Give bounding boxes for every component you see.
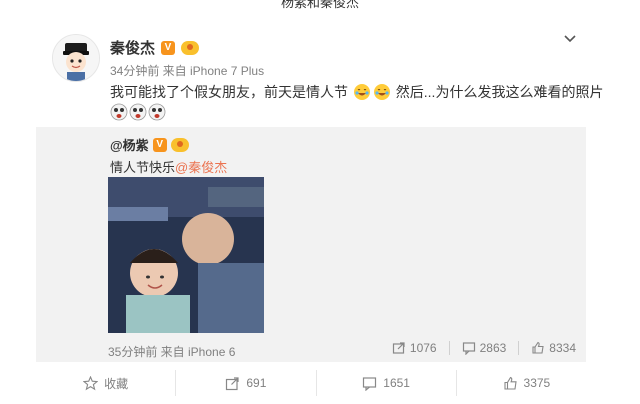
thumbs-up-icon: [532, 341, 544, 354]
repost-comment-button[interactable]: 2863: [462, 341, 507, 355]
crying-face-emoji-icon: [110, 103, 128, 121]
share-icon: [392, 342, 405, 354]
star-icon: [83, 375, 99, 390]
post-text-part2: 然后...为什么发我这么难看的照片: [395, 84, 604, 100]
share-icon: [226, 376, 239, 390]
repost-mention-link[interactable]: @秦俊杰: [175, 160, 227, 175]
verified-badge-icon: V: [161, 40, 176, 55]
post-meta: 34分钟前 来自 iPhone 7 Plus: [110, 64, 265, 78]
post-author-row: 秦俊杰 V: [110, 37, 200, 58]
divider: [448, 341, 450, 355]
verified-badge-icon: V: [152, 137, 167, 152]
vip-badge-icon: [170, 137, 189, 152]
repost-text-body: 情人节快乐: [110, 160, 176, 175]
repost-count: 691: [246, 376, 267, 390]
avatar-illustration: [53, 35, 99, 81]
author-name[interactable]: 秦俊杰: [110, 37, 155, 58]
crying-face-emoji-icon: [148, 103, 166, 121]
like-button[interactable]: 3375: [457, 376, 596, 391]
repost-forward-button[interactable]: 1076: [392, 341, 437, 355]
crying-face-emoji-icon: [129, 103, 147, 121]
comment-button[interactable]: 1651: [317, 376, 456, 391]
repost-meta: 35分钟前 来自 iPhone 6: [108, 345, 236, 359]
repost-author-row: @杨紫 V: [110, 135, 189, 154]
repost-text: 情人节快乐@秦俊杰: [110, 157, 227, 176]
comment-icon: [462, 342, 475, 355]
chevron-down-icon[interactable]: [562, 30, 578, 46]
repost-author-name[interactable]: @杨紫: [110, 135, 149, 154]
repost-button[interactable]: 691: [176, 376, 315, 391]
clipped-header-text: 杨紫和秦俊杰: [280, 0, 359, 10]
selfie-photo-illustration: [108, 177, 264, 333]
repost-comment-count: 2863: [479, 341, 507, 355]
emoji-row: [110, 103, 166, 121]
laugh-cry-emoji-icon: [373, 84, 390, 100]
comment-count: 1651: [383, 376, 410, 390]
repost-like-button[interactable]: 8334: [531, 341, 576, 355]
repost-like-count: 8334: [549, 341, 576, 355]
laugh-cry-emoji-icon: [353, 84, 370, 100]
like-count: 3375: [523, 376, 551, 390]
avatar[interactable]: [52, 34, 100, 82]
favorite-label: 收藏: [104, 376, 129, 391]
favorite-button[interactable]: 收藏: [36, 375, 175, 392]
divider: [518, 341, 520, 355]
post-footer-actions: 收藏 691 1651 3375: [36, 368, 596, 398]
vip-badge-icon: [181, 40, 200, 55]
repost-actions: 1076 2863 8334: [392, 341, 576, 355]
post-text-part1: 我可能找了个假女朋友，前天是情人节: [110, 84, 348, 100]
post-text: 我可能找了个假女朋友，前天是情人节 然后...为什么发我这么难看的照片: [110, 82, 603, 102]
repost-forward-count: 1076: [409, 341, 437, 355]
repost-photo[interactable]: [108, 177, 264, 333]
thumbs-up-icon: [503, 376, 517, 390]
comment-icon: [363, 376, 377, 391]
repost-card: @杨紫 V 情人节快乐@秦俊杰 35分钟前 来自 iPhone 6 1076 2…: [36, 127, 586, 362]
